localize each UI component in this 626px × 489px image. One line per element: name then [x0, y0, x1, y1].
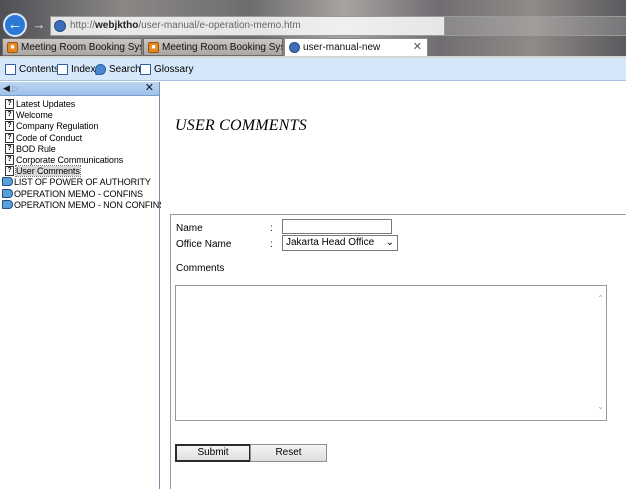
glossary-icon	[140, 64, 151, 75]
browser-chrome: ← → http://webjktho/user-manual/e-operat…	[0, 0, 626, 58]
address-bar[interactable]: http://webjktho/user-manual/e-operation-…	[50, 16, 445, 36]
toc-list: ? Latest Updates ? Welcome ? Company Regula…	[2, 99, 165, 211]
toolbar-index-button[interactable]: Index	[57, 63, 95, 77]
toolbar-contents-button[interactable]: Contents	[5, 63, 59, 77]
browser-tab-3[interactable]: user-manual-new ✕	[284, 38, 428, 56]
tab-label: Meeting Room Booking System	[21, 42, 141, 53]
book-icon	[2, 177, 13, 187]
toc-book-operation-memo-non-confins[interactable]: OPERATION MEMO - NON CONFINS	[2, 199, 165, 211]
toc-book-list-of-power-of-authority[interactable]: LIST OF POWER OF AUTHORITY	[2, 177, 160, 188]
chevron-down-icon: ⌄	[385, 237, 394, 248]
url-path: /user-manual/e-operation-memo.htm	[138, 20, 301, 31]
toc-item-welcome[interactable]: ? Welcome	[4, 110, 160, 121]
toolbar-contents-label: Contents	[19, 64, 60, 75]
url-prefix: http://	[70, 20, 96, 31]
index-icon	[57, 64, 68, 75]
nav-pane-header: ◀ ▷ ✕	[0, 82, 159, 96]
toc-item-code-of-conduct[interactable]: ? Code of Conduct	[4, 132, 160, 144]
topic-question-icon: ?	[5, 110, 14, 121]
comments-label: Comments	[176, 263, 225, 274]
toolbar-glossary-label: Glossary	[154, 64, 194, 75]
book-icon	[2, 199, 13, 209]
toolbar-search-label: Search	[109, 64, 141, 75]
navigation-pane: ◀ ▷ ✕ ? Latest Updates ? Welcome ? Company …	[0, 82, 165, 489]
office-name-select[interactable]: Jakarta Head Office ⌄	[282, 235, 398, 251]
app-favicon-icon: ■	[148, 42, 159, 53]
book-icon	[2, 188, 13, 198]
comment-form: Name : Office Name : Jakarta Head Office…	[170, 214, 626, 489]
toolbar-index-label: Index	[71, 64, 96, 75]
toolbar-search-button[interactable]: Search	[95, 63, 141, 77]
arrow-right-icon: →	[32, 17, 46, 32]
toc-item-company-regulation[interactable]: ? Company Regulation	[4, 121, 160, 132]
toc-item-label: Latest Updates	[16, 99, 76, 109]
url-host: webjktho	[95, 20, 139, 31]
nav-back-icon[interactable]: ◀	[3, 83, 10, 94]
nav-forward-icon[interactable]: ▷	[12, 83, 19, 94]
toc-item-latest-updates[interactable]: ? Latest Updates	[4, 99, 160, 110]
app-favicon-icon: ■	[7, 42, 18, 53]
help-toolbar: Contents Index Search Glossary	[0, 58, 626, 81]
office-name-label: Office Name	[176, 239, 232, 250]
tab-label: user-manual-new	[303, 42, 381, 53]
scroll-down-icon[interactable]: ⌄	[597, 402, 604, 411]
toc-item-label: User Comments	[15, 165, 81, 178]
browser-tab-1[interactable]: ■ Meeting Room Booking System	[2, 38, 142, 56]
toc-item-label: Corporate Communications	[16, 154, 124, 165]
toc-item-label: OPERATION MEMO - NON CONFINS	[14, 199, 166, 210]
office-selected-value: Jakarta Head Office	[286, 237, 375, 248]
reset-button[interactable]: Reset	[250, 444, 327, 462]
toc-item-label: LIST OF POWER OF AUTHORITY	[14, 177, 151, 188]
topic-question-icon: ?	[5, 121, 14, 132]
toc-item-label: Company Regulation	[16, 121, 99, 132]
name-input[interactable]	[282, 219, 392, 234]
forward-button[interactable]: →	[31, 17, 47, 33]
close-pane-icon[interactable]: ✕	[145, 81, 154, 94]
contents-book-icon	[5, 64, 16, 75]
topic-question-icon: ?	[5, 143, 14, 154]
page-title: USER COMMENTS	[175, 117, 307, 134]
arrow-left-icon: ←	[7, 16, 23, 33]
topic-question-icon: ?	[5, 166, 14, 177]
globe-icon	[54, 20, 66, 32]
toc-item-bod-rule[interactable]: ? BOD Rule	[4, 143, 160, 155]
address-url: http://webjktho/user-manual/e-operation-…	[70, 20, 301, 31]
toc-item-label: Code of Conduct	[16, 132, 83, 143]
content-pane: USER COMMENTS Name : Office Name : Jakar…	[161, 82, 626, 489]
globe-icon	[289, 42, 300, 53]
name-colon: :	[270, 223, 273, 234]
search-bubble-icon	[95, 64, 106, 75]
comments-textarea[interactable]: ⌃ ⌄	[175, 285, 607, 421]
toc-book-operation-memo-confins[interactable]: OPERATION MEMO - CONFINS	[2, 188, 160, 200]
address-bar-extension	[445, 16, 626, 36]
toc-item-label: BOD Rule	[16, 143, 56, 154]
scroll-up-icon[interactable]: ⌃	[597, 294, 604, 303]
toc-item-label: OPERATION MEMO - CONFINS	[14, 188, 143, 199]
submit-button[interactable]: Submit	[175, 444, 251, 462]
toc-item-corporate-communications[interactable]: ? Corporate Communications	[4, 154, 160, 166]
toc-item-user-comments[interactable]: ? User Comments	[4, 165, 160, 178]
back-button[interactable]: ←	[3, 13, 27, 37]
toolbar-glossary-button[interactable]: Glossary	[140, 63, 193, 77]
topic-question-icon: ?	[5, 154, 14, 165]
office-name-colon: :	[270, 239, 273, 250]
topic-question-icon: ?	[5, 99, 14, 109]
topic-question-icon: ?	[5, 132, 14, 143]
toc-item-label: Welcome	[16, 110, 53, 121]
name-label: Name	[176, 223, 203, 234]
close-tab-icon[interactable]: ✕	[413, 39, 422, 56]
tab-label: Meeting Room Booking System	[162, 42, 282, 53]
browser-tab-2[interactable]: ■ Meeting Room Booking System	[143, 38, 283, 56]
